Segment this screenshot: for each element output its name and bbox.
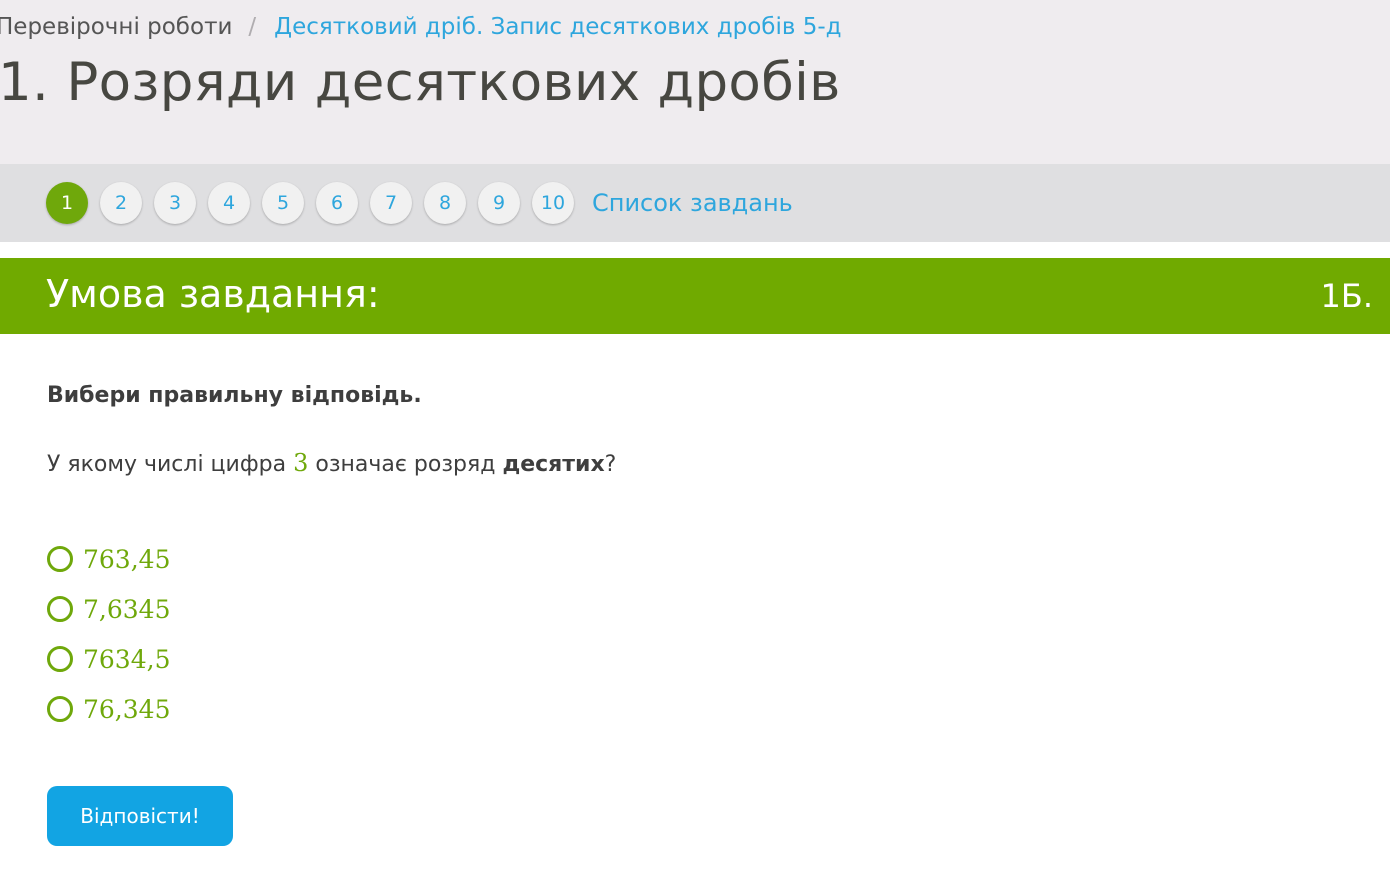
task-instruction: Вибери правильну відповідь. xyxy=(47,383,422,408)
task-list-link[interactable]: Список завдань xyxy=(592,189,793,217)
radio-button[interactable] xyxy=(47,596,73,622)
task-points: 1Б. xyxy=(1320,277,1373,315)
answer-option-label[interactable]: 7,6345 xyxy=(83,595,170,624)
answer-option[interactable]: 7634,5 xyxy=(47,634,170,684)
page-button-9[interactable]: 9 xyxy=(478,182,520,224)
page-button-6[interactable]: 6 xyxy=(316,182,358,224)
question-text-part3: ? xyxy=(604,452,617,477)
page-title: 1. Розряди десяткових дробів xyxy=(0,52,841,113)
question-text-part2: означає розряд xyxy=(308,452,503,477)
task-header: Умова завдання: 1Б. xyxy=(0,258,1390,334)
page-button-8[interactable]: 8 xyxy=(424,182,466,224)
page-button-10[interactable]: 10 xyxy=(532,182,574,224)
task-header-title: Умова завдання: xyxy=(46,272,380,316)
breadcrumb-current-link[interactable]: Десятковий дріб. Запис десяткових дробів… xyxy=(274,14,841,40)
page-button-7[interactable]: 7 xyxy=(370,182,412,224)
answer-option[interactable]: 763,45 xyxy=(47,534,170,584)
breadcrumb-separator: / xyxy=(248,14,257,40)
page-button-2[interactable]: 2 xyxy=(100,182,142,224)
radio-button[interactable] xyxy=(47,546,73,572)
breadcrumb: Перевірочні роботи / Десятковий дріб. За… xyxy=(0,14,842,40)
breadcrumb-parent-link[interactable]: Перевірочні роботи xyxy=(0,14,232,40)
task-pager: 1 2 3 4 5 6 7 8 9 10 Список завдань xyxy=(0,164,1390,242)
page-button-3[interactable]: 3 xyxy=(154,182,196,224)
answer-option[interactable]: 7,6345 xyxy=(47,584,170,634)
page-header: Перевірочні роботи / Десятковий дріб. За… xyxy=(0,0,1390,164)
page-button-1[interactable]: 1 xyxy=(46,182,88,224)
page-button-5[interactable]: 5 xyxy=(262,182,304,224)
submit-answer-button[interactable]: Відповісти! xyxy=(47,786,233,846)
question-digit: 3 xyxy=(293,449,309,477)
question-emphasis: десятих xyxy=(502,452,605,477)
answer-option[interactable]: 76,345 xyxy=(47,684,170,734)
page-button-4[interactable]: 4 xyxy=(208,182,250,224)
answer-options: 763,45 7,6345 7634,5 76,345 xyxy=(47,534,170,734)
answer-option-label[interactable]: 7634,5 xyxy=(83,645,170,674)
radio-button[interactable] xyxy=(47,696,73,722)
radio-button[interactable] xyxy=(47,646,73,672)
question-text-part1: У якому числі цифра xyxy=(47,452,294,477)
task-question: У якому числі цифра 3 означає розряд дес… xyxy=(47,449,616,477)
answer-option-label[interactable]: 76,345 xyxy=(83,695,170,724)
answer-option-label[interactable]: 763,45 xyxy=(83,545,170,574)
